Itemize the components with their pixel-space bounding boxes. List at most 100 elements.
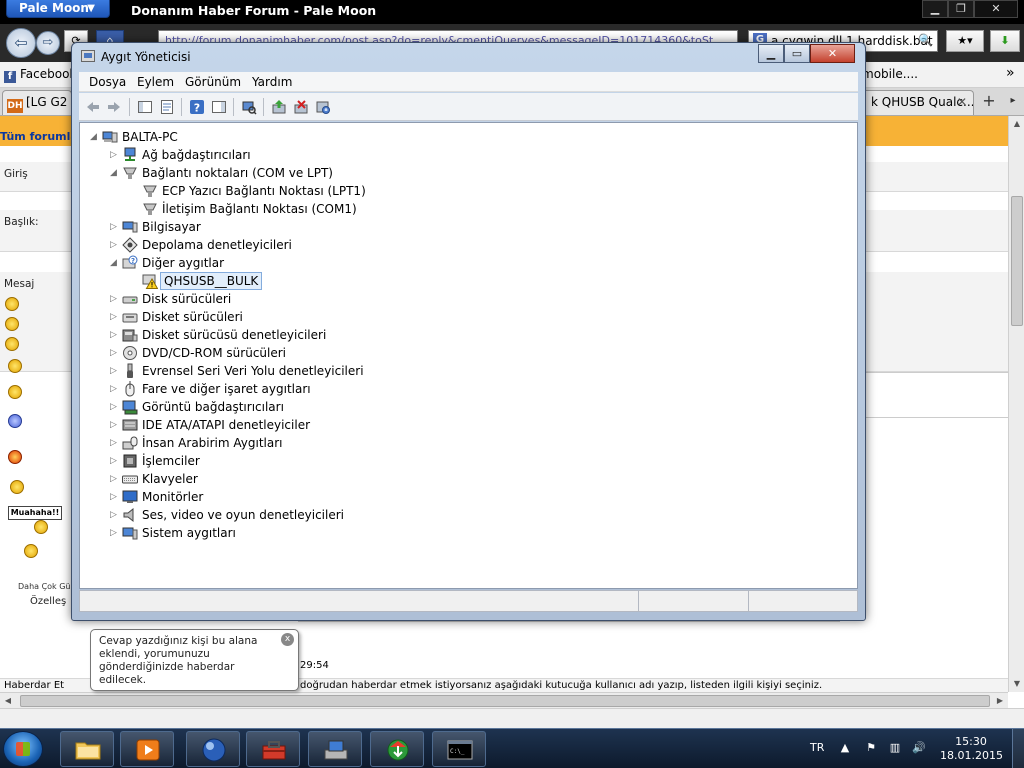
bookmark-star-button[interactable]: ★▾ [946,30,984,52]
smiley-icon[interactable] [5,297,19,311]
tab-lg-g2[interactable]: DH[LG G2 R [2,90,72,115]
maximize-icon[interactable]: ❐ [948,0,974,18]
expand-arrow-icon[interactable]: ▷ [110,344,120,362]
tree-network-adapters[interactable]: ▷ Ağ bağdaştırıcıları [110,146,410,164]
message-editor-area[interactable] [866,372,1008,418]
smiley-wink-icon[interactable] [8,385,22,399]
close-icon[interactable]: x [281,633,294,646]
help-icon[interactable]: ? [189,99,205,115]
tree-hid[interactable]: ▷ İnsan Arabirim Aygıtları [110,434,410,452]
close-icon[interactable]: ✕ [810,44,855,63]
console-tree-icon[interactable] [137,99,153,115]
tab-qhusb[interactable]: k QHUSB Qualc... ✕ [862,90,974,115]
expand-arrow-icon[interactable]: ▷ [110,452,120,470]
taskbar-cmd[interactable]: C:\_ [432,731,486,767]
disable-device-icon[interactable] [315,99,331,115]
taskbar-toolbox[interactable] [246,731,300,767]
back-icon[interactable] [85,99,101,115]
tree-com1[interactable]: İletişim Bağlantı Noktası (COM1) [130,200,430,218]
properties-icon[interactable] [159,99,175,115]
language-indicator[interactable]: TR [810,741,824,754]
taskbar-download-manager[interactable] [370,731,424,767]
network-icon[interactable]: ▥ [888,741,902,755]
expand-arrow-icon[interactable]: ▷ [110,290,120,308]
tree-lpt1[interactable]: ECP Yazıcı Bağlantı Noktası (LPT1) [130,182,430,200]
expand-arrow-icon[interactable]: ▷ [110,236,120,254]
expand-arrow-icon[interactable]: ▷ [110,470,120,488]
expand-arrow-icon[interactable]: ▷ [110,308,120,326]
collapse-arrow-icon[interactable]: ◢ [90,128,100,146]
back-icon[interactable]: ⇦ [6,28,36,58]
tree-display-adapters[interactable]: ▷ Görüntü bağdaştırıcıları [110,398,410,416]
clock[interactable]: 15:30 18.01.2015 [940,735,1003,763]
tree-sound-controllers[interactable]: ▷ Ses, video ve oyun denetleyicileri [110,506,410,524]
expand-arrow-icon[interactable]: ▷ [110,416,120,434]
smiley-fire-icon[interactable] [8,450,22,464]
tree-usb-controllers[interactable]: ▷ Evrensel Seri Veri Yolu denetleyiciler… [110,362,410,380]
taskbar-pale-moon[interactable] [186,731,240,767]
scan-hardware-icon[interactable] [241,99,257,115]
tree-floppy-controllers[interactable]: ▷ Disket sürücüsü denetleyicileri [110,326,410,344]
minimize-icon[interactable]: ▁ [922,0,948,18]
expand-arrow-icon[interactable]: ▷ [110,524,120,542]
tray-chevron-icon[interactable]: ▲ [838,741,852,755]
menu-view[interactable]: Görünüm [185,75,241,89]
tree-other-devices[interactable]: ◢ ? Diğer aygıtlar [110,254,410,272]
device-manager-titlebar[interactable]: Aygıt Yöneticisi ▁ ▭ ✕ [72,43,865,71]
scroll-down-icon[interactable]: ▼ [1009,676,1024,692]
menu-action[interactable]: Eylem [137,75,174,89]
expand-arrow-icon[interactable]: ▷ [110,488,120,506]
uninstall-icon[interactable] [293,99,309,115]
expand-arrow-icon[interactable]: ▷ [110,380,120,398]
action-pane-icon[interactable] [211,99,227,115]
maximize-icon[interactable]: ▭ [784,44,810,63]
smiley-grin-icon[interactable] [5,337,19,351]
tree-mice[interactable]: ▷ Fare ve diğer işaret aygıtları [110,380,410,398]
bookmark-mobile[interactable]: mobile.... [862,67,918,81]
tree-computer[interactable]: ▷ Bilgisayar [110,218,410,236]
smiley-gun-icon[interactable] [10,480,24,494]
expand-arrow-icon[interactable]: ▷ [110,506,120,524]
tree-qhsusb-bulk[interactable]: QHSUSB__BULK [130,272,430,290]
tree-root[interactable]: ◢ BALTA-PC [90,128,390,146]
start-button[interactable] [3,731,43,767]
close-icon[interactable]: ✕ [974,0,1018,18]
update-driver-icon[interactable] [271,99,287,115]
volume-icon[interactable]: 🔊 [912,741,926,755]
forward-icon[interactable] [106,99,122,115]
menu-file[interactable]: Dosya [89,75,126,89]
taskbar-device-manager[interactable] [308,731,362,767]
expand-arrow-icon[interactable]: ▷ [110,218,120,236]
muahaha-sign[interactable]: Muahaha!! [8,506,62,520]
vertical-scrollbar[interactable]: ▲ ▼ [1008,116,1024,692]
download-icon[interactable]: ⬇ [990,30,1020,52]
minimize-icon[interactable]: ▁ [758,44,784,63]
expand-arrow-icon[interactable]: ▷ [110,362,120,380]
smiley-laugh-icon[interactable] [34,520,48,534]
smiley-sad-icon[interactable] [8,414,22,428]
show-desktop-button[interactable] [1012,729,1024,768]
tree-storage-controllers[interactable]: ▷ Depolama denetleyicileri [110,236,410,254]
expand-arrow-icon[interactable]: ▷ [110,146,120,164]
scroll-up-icon[interactable]: ▲ [1009,116,1024,132]
menu-help[interactable]: Yardım [252,75,292,89]
tree-monitors[interactable]: ▷ Monitörler [110,488,410,506]
taskbar-media-player[interactable] [120,731,174,767]
collapse-arrow-icon[interactable]: ◢ [110,164,120,182]
palemoon-menu-button[interactable]: Pale Moon ▼ [6,0,110,18]
horizontal-scrollbar[interactable]: ◀ ▶ [0,692,1008,708]
tree-system-devices[interactable]: ▷ Sistem aygıtları [110,524,410,542]
tab-list-icon[interactable]: ▸ [1002,92,1024,112]
expand-arrow-icon[interactable]: ▷ [110,398,120,416]
collapse-arrow-icon[interactable]: ◢ [110,254,120,272]
new-tab-icon[interactable]: + [978,92,1000,112]
tree-disk-drives[interactable]: ▷ Disk sürücüleri [110,290,410,308]
smiley-devil-icon[interactable] [5,317,19,331]
search-icon[interactable]: 🔍 [918,33,933,47]
close-tab-icon[interactable]: ✕ [957,91,967,114]
taskbar-explorer[interactable] [60,731,114,767]
tree-ports[interactable]: ◢ Bağlantı noktaları (COM ve LPT) [110,164,410,182]
more-smileys-link[interactable]: Daha Çok Gü [18,582,71,591]
tree-processors[interactable]: ▷ İşlemciler [110,452,410,470]
scrollbar-thumb[interactable] [1011,196,1023,326]
